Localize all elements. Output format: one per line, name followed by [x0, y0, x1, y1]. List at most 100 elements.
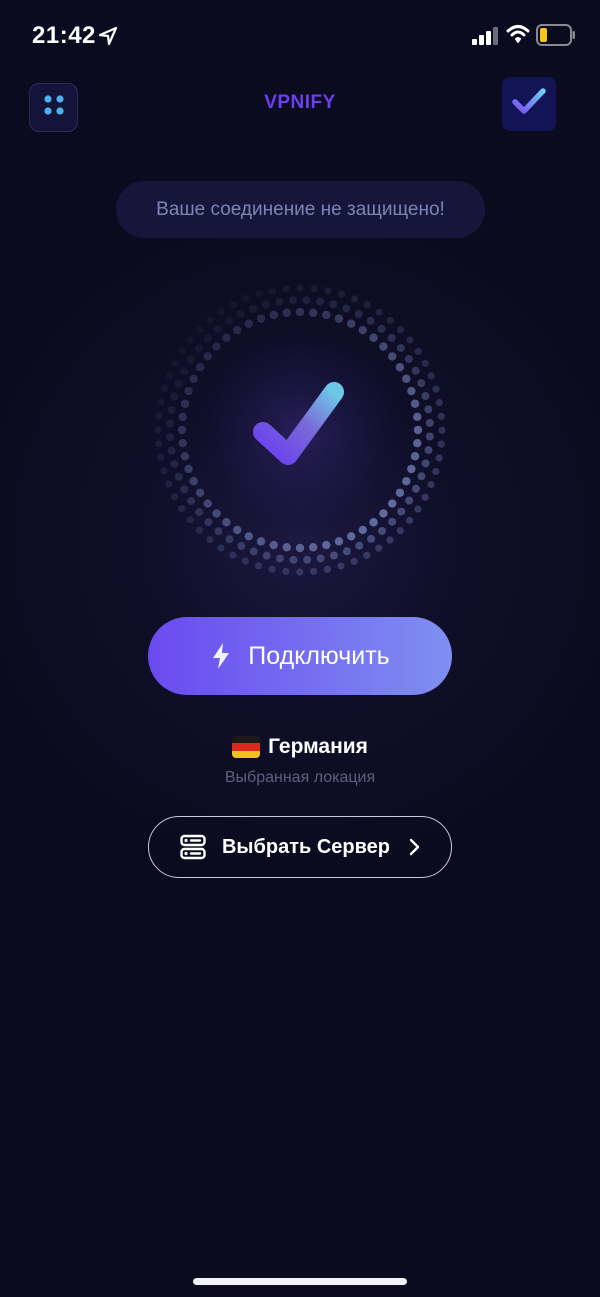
ring-dot	[186, 516, 194, 524]
ring-dot	[217, 308, 225, 316]
ring-dot	[203, 499, 212, 508]
ring-dot	[171, 359, 179, 367]
ring-dot	[363, 551, 371, 559]
ring-dot	[354, 310, 363, 319]
ring-dot	[427, 480, 435, 489]
home-indicator[interactable]	[193, 1278, 407, 1285]
ring-dot	[178, 439, 187, 448]
ring-dot	[329, 300, 338, 309]
premium-button[interactable]	[502, 77, 556, 131]
ring-dot	[180, 485, 189, 494]
ring-dot	[206, 316, 214, 324]
ring-dot	[309, 543, 318, 552]
ring-dot	[432, 385, 440, 393]
ring-dot	[177, 425, 187, 435]
ring-dot	[155, 440, 163, 448]
germany-flag-icon	[232, 736, 261, 758]
lightning-bolt-icon	[210, 642, 232, 670]
ring-dot	[184, 464, 193, 474]
ring-dot	[178, 505, 186, 513]
ring-dot	[213, 325, 222, 334]
ring-dot	[309, 308, 318, 317]
ring-dot	[254, 562, 263, 570]
ring-dot	[236, 310, 245, 319]
ring-dot	[407, 386, 416, 396]
ring-dot	[369, 333, 378, 342]
ring-dot	[195, 526, 204, 534]
ring-dot	[165, 371, 173, 380]
ring-dot	[367, 534, 376, 543]
ring-dot	[189, 477, 198, 486]
ring-dot	[166, 433, 175, 442]
ring-dot	[432, 467, 440, 476]
ring-dot	[180, 367, 189, 376]
ring-dot	[180, 452, 190, 461]
ring-dot	[323, 565, 332, 573]
ring-dot	[217, 544, 225, 552]
ring-dot	[413, 439, 422, 448]
ring-dot	[256, 537, 266, 546]
ring-dot	[388, 499, 397, 508]
location-arrow-icon	[98, 26, 118, 51]
select-server-button[interactable]: Выбрать Сервер	[148, 816, 452, 878]
ring-dot	[262, 300, 271, 309]
ring-dot	[225, 535, 234, 544]
ring-dot	[244, 319, 253, 328]
ring-dot	[396, 326, 405, 334]
ring-dot	[288, 296, 297, 305]
ring-dot	[414, 347, 422, 355]
ring-dot	[402, 374, 411, 383]
ring-dot	[358, 325, 367, 335]
ring-dot	[404, 354, 413, 363]
selected-location: Германия	[0, 735, 600, 759]
ring-dot	[411, 484, 420, 493]
connection-indicator	[150, 280, 450, 580]
ring-dot	[184, 386, 193, 396]
ring-dot	[262, 551, 271, 560]
ring-dot	[395, 488, 405, 497]
ring-dot	[347, 319, 356, 328]
ring-dot	[303, 555, 312, 564]
connect-button[interactable]: Подключить	[148, 617, 452, 695]
ring-dot	[194, 344, 203, 353]
ring-dot	[157, 453, 165, 462]
chevron-right-icon	[408, 838, 420, 856]
ring-dot	[379, 509, 388, 518]
ring-dot	[180, 399, 190, 408]
ring-dot	[195, 488, 205, 497]
ring-dot	[410, 399, 420, 408]
ring-dot	[249, 547, 258, 556]
ring-dot	[407, 464, 416, 474]
ring-dot	[282, 567, 290, 575]
ring-dot	[379, 342, 388, 351]
ring-dot	[282, 285, 290, 293]
ring-dot	[342, 304, 351, 313]
ring-dot	[329, 551, 338, 560]
ring-dot	[324, 287, 332, 295]
ring-dot	[424, 405, 433, 414]
ring-dot	[378, 526, 387, 535]
ring-dot	[187, 497, 196, 506]
ring-dot	[269, 310, 278, 320]
ring-dot	[160, 384, 168, 393]
ring-dot	[233, 325, 242, 335]
ring-dot	[249, 304, 258, 313]
ring-dot	[196, 325, 204, 334]
ring-dot	[342, 547, 351, 556]
ring-dot	[417, 379, 426, 388]
ring-dot	[186, 336, 194, 344]
vpn-home-screen: 21:42 VPNIFY Ваше соединение не защищено…	[0, 0, 600, 1297]
ring-dot	[268, 287, 277, 295]
ring-dot	[369, 518, 378, 527]
ring-dot	[212, 509, 221, 518]
ring-dot	[229, 551, 237, 559]
ring-dot	[435, 454, 443, 462]
ring-dot	[402, 477, 411, 486]
ring-dot	[167, 405, 176, 414]
ring-dot	[386, 536, 394, 544]
ring-dot	[437, 412, 445, 420]
ring-dot	[411, 366, 420, 375]
ring-dot	[421, 392, 430, 401]
ring-dot	[438, 426, 446, 434]
ring-dot	[295, 543, 305, 553]
